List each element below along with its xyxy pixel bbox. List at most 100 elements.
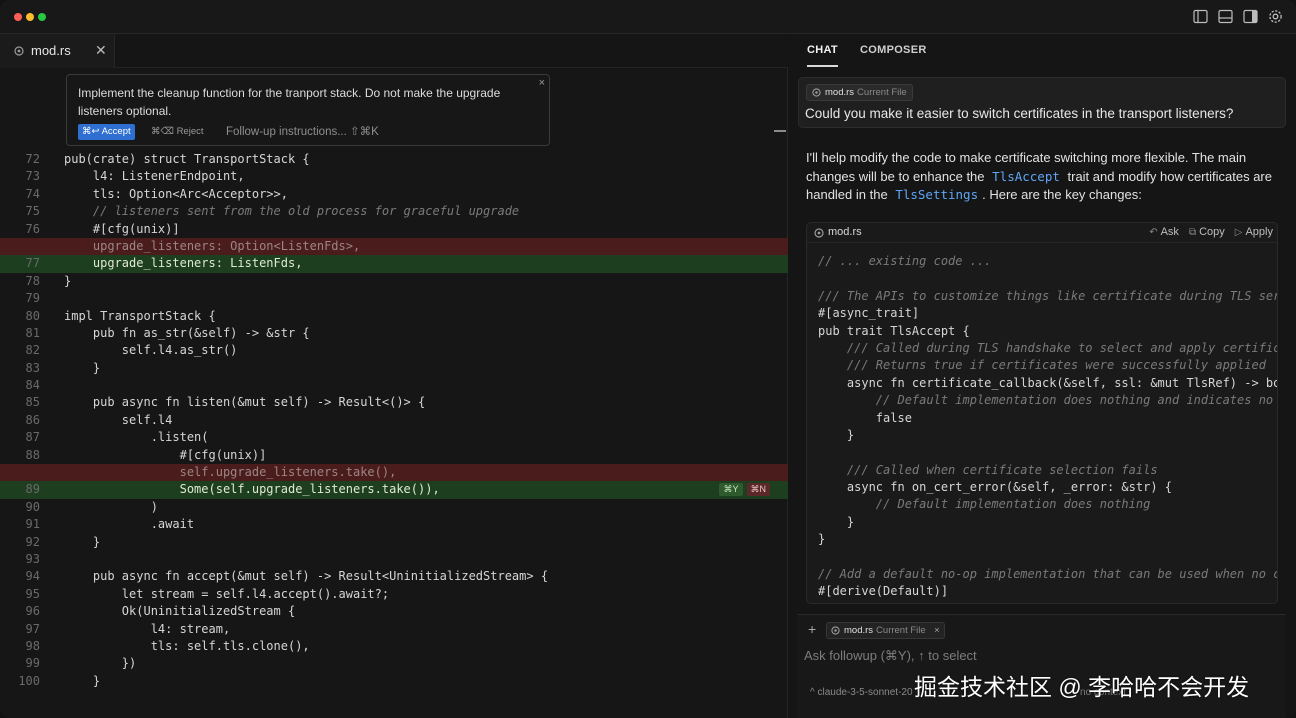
code-line[interactable]: 72 pub(crate) struct TransportStack {: [0, 151, 788, 168]
code-line[interactable]: 76 #[cfg(unix)]: [0, 221, 788, 238]
code-line[interactable]: 84: [0, 377, 788, 394]
line-number: 74: [25, 186, 40, 201]
line-number: 94: [25, 569, 40, 584]
code-block-actions: ↶ Ask ⧉ Copy ▷ Apply: [1149, 226, 1273, 238]
line-number: 80: [25, 308, 40, 323]
settings-gear-icon[interactable]: [1267, 8, 1284, 25]
code-reference-tlsaccept[interactable]: TlsAccept: [988, 169, 1064, 184]
add-context-button[interactable]: +: [808, 621, 816, 637]
scroll-position-marker[interactable]: [774, 130, 786, 132]
toggle-sidebar-icon[interactable]: [1192, 8, 1209, 25]
tab-mod-rs[interactable]: mod.rs ✕: [0, 34, 115, 68]
code-line[interactable]: 73 l4: ListenerEndpoint,: [0, 168, 788, 185]
code-block-line: // Default implementation does nothing: [818, 497, 1151, 512]
accept-button[interactable]: ⌘↩ Accept: [78, 124, 135, 140]
close-window-button[interactable]: [14, 13, 22, 21]
line-number: 82: [25, 343, 40, 358]
code-line[interactable]: 88 #[cfg(unix)]: [0, 447, 788, 464]
code-line[interactable]: 86 self.l4: [0, 412, 788, 429]
line-content: l4: stream,: [64, 621, 231, 636]
apply-button[interactable]: ▷ Apply: [1235, 226, 1273, 238]
line-content: }: [64, 534, 101, 549]
maximize-window-button[interactable]: [38, 13, 46, 21]
user-message[interactable]: mod.rs Current File Could you make it eas…: [798, 77, 1286, 128]
code-line[interactable]: 81 pub fn as_str(&self) -> &str {: [0, 325, 788, 342]
code-line[interactable]: 91 .await: [0, 516, 788, 533]
code-line[interactable]: 98 tls: self.tls.clone(),: [0, 638, 788, 655]
code-block-line: #[async_trait]: [818, 306, 920, 321]
line-content: }: [64, 360, 101, 375]
code-line[interactable]: 92 }: [0, 534, 788, 551]
code-block-line: async fn certificate_callback(&self, ssl…: [818, 375, 1278, 390]
code-line[interactable]: 79: [0, 290, 788, 307]
line-content: ): [64, 499, 158, 514]
code-line[interactable]: 90 ): [0, 499, 788, 516]
line-number: 98: [25, 638, 40, 653]
reply-text: . Here are the key changes:: [982, 187, 1142, 202]
prompt-text: Implement the cleanup function for the t…: [78, 86, 501, 118]
code-line[interactable]: 87 .listen(: [0, 429, 788, 446]
code-line[interactable]: 94 pub async fn accept(&mut self) -> Res…: [0, 568, 788, 585]
deleted-code-line[interactable]: upgrade_listeners: Option<ListenFds>,: [0, 237, 788, 256]
code-line[interactable]: 80 impl TransportStack {: [0, 308, 788, 325]
line-content: l4: ListenerEndpoint,: [64, 169, 245, 184]
reject-change-button[interactable]: ⌘N: [746, 483, 770, 497]
inline-edit-prompt[interactable]: Implement the cleanup function for the t…: [66, 74, 550, 146]
chip-file-subtitle: Current File: [857, 87, 907, 98]
code-lines[interactable]: 72 pub(crate) struct TransportStack {73 l…: [0, 151, 788, 690]
code-line[interactable]: 83 }: [0, 360, 788, 377]
line-content: // listeners sent from the old process f…: [64, 204, 520, 219]
code-line[interactable]: 74 tls: Option<Arc<Acceptor>>,: [0, 186, 788, 203]
code-line[interactable]: 75 // listeners sent from the old proces…: [0, 203, 788, 220]
code-block-line: // ... existing code ...: [818, 254, 992, 268]
code-line[interactable]: 85 pub async fn listen(&mut self) -> Res…: [0, 394, 788, 411]
code-block-line: }: [818, 532, 826, 547]
chat-tab-bar: CHAT COMPOSER: [789, 34, 1296, 68]
code-line[interactable]: 96 Ok(UninitializedStream {: [0, 603, 788, 620]
line-content: }: [64, 673, 101, 688]
accept-change-button[interactable]: ⌘Y: [719, 483, 743, 497]
line-number: 93: [25, 551, 40, 566]
toggle-secondary-sidebar-icon[interactable]: [1242, 8, 1259, 25]
remove-chip-icon[interactable]: ×: [934, 623, 940, 638]
line-content: let stream = self.l4.accept().await?;: [64, 586, 390, 601]
line-number: 88: [25, 447, 40, 462]
deleted-code-line[interactable]: self.upgrade_listeners.take(),: [0, 464, 788, 482]
code-block-line: /// The APIs to customize things like ce…: [818, 288, 1278, 303]
model-selector[interactable]: ^ claude-3-5-sonnet-20: [810, 687, 913, 698]
tab-close-icon[interactable]: ✕: [95, 42, 107, 59]
code-block-line: }: [818, 514, 855, 529]
code-line[interactable]: 93: [0, 551, 788, 568]
code-line[interactable]: 95 let stream = self.l4.accept().await?;: [0, 586, 788, 603]
code-line[interactable]: 100 }: [0, 673, 788, 690]
reject-button[interactable]: ⌘⌫ Reject: [151, 124, 204, 140]
ask-followup-input[interactable]: [804, 644, 1274, 666]
line-number: 92: [25, 534, 40, 549]
prompt-close-icon[interactable]: ×: [539, 77, 545, 89]
followup-input[interactable]: Follow-up instructions... ⇧⌘K: [226, 123, 379, 141]
chip-file-name: mod.rs: [825, 87, 855, 98]
context-file-chip[interactable]: mod.rs Current File: [806, 84, 913, 101]
added-code-line[interactable]: 89 Some(self.upgrade_listeners.take()), ⌘…: [0, 481, 788, 499]
code-block-content[interactable]: // ... existing code ... /// The APIs to …: [818, 253, 1278, 601]
ask-label: Ask: [1160, 226, 1179, 238]
added-code-line[interactable]: 77 upgrade_listeners: ListenFds,: [0, 255, 788, 273]
line-number: 91: [25, 517, 40, 532]
input-context-chip[interactable]: mod.rs Current File ×: [826, 622, 945, 639]
code-line[interactable]: 99 }): [0, 655, 788, 672]
minimize-window-button[interactable]: [26, 13, 34, 21]
code-line[interactable]: 82 self.l4.as_str(): [0, 342, 788, 359]
ask-button[interactable]: ↶ Ask: [1149, 226, 1179, 238]
code-reference-tlssettings[interactable]: TlsSettings: [891, 187, 982, 202]
copy-button[interactable]: ⧉ Copy: [1189, 226, 1225, 238]
chip-file-subtitle: Current File: [876, 625, 926, 636]
code-block-line: false: [818, 410, 912, 425]
copy-icon: ⧉: [1188, 227, 1197, 238]
code-editor: mod.rs ✕ Implement the cleanup function …: [0, 34, 788, 718]
code-line[interactable]: 97 l4: stream,: [0, 621, 788, 638]
tab-composer[interactable]: COMPOSER: [860, 44, 927, 56]
code-line[interactable]: 78}: [0, 273, 788, 290]
tab-chat[interactable]: CHAT: [807, 44, 838, 67]
line-content: Some(self.upgrade_listeners.take()),: [64, 482, 440, 497]
toggle-panel-icon[interactable]: [1217, 8, 1234, 25]
